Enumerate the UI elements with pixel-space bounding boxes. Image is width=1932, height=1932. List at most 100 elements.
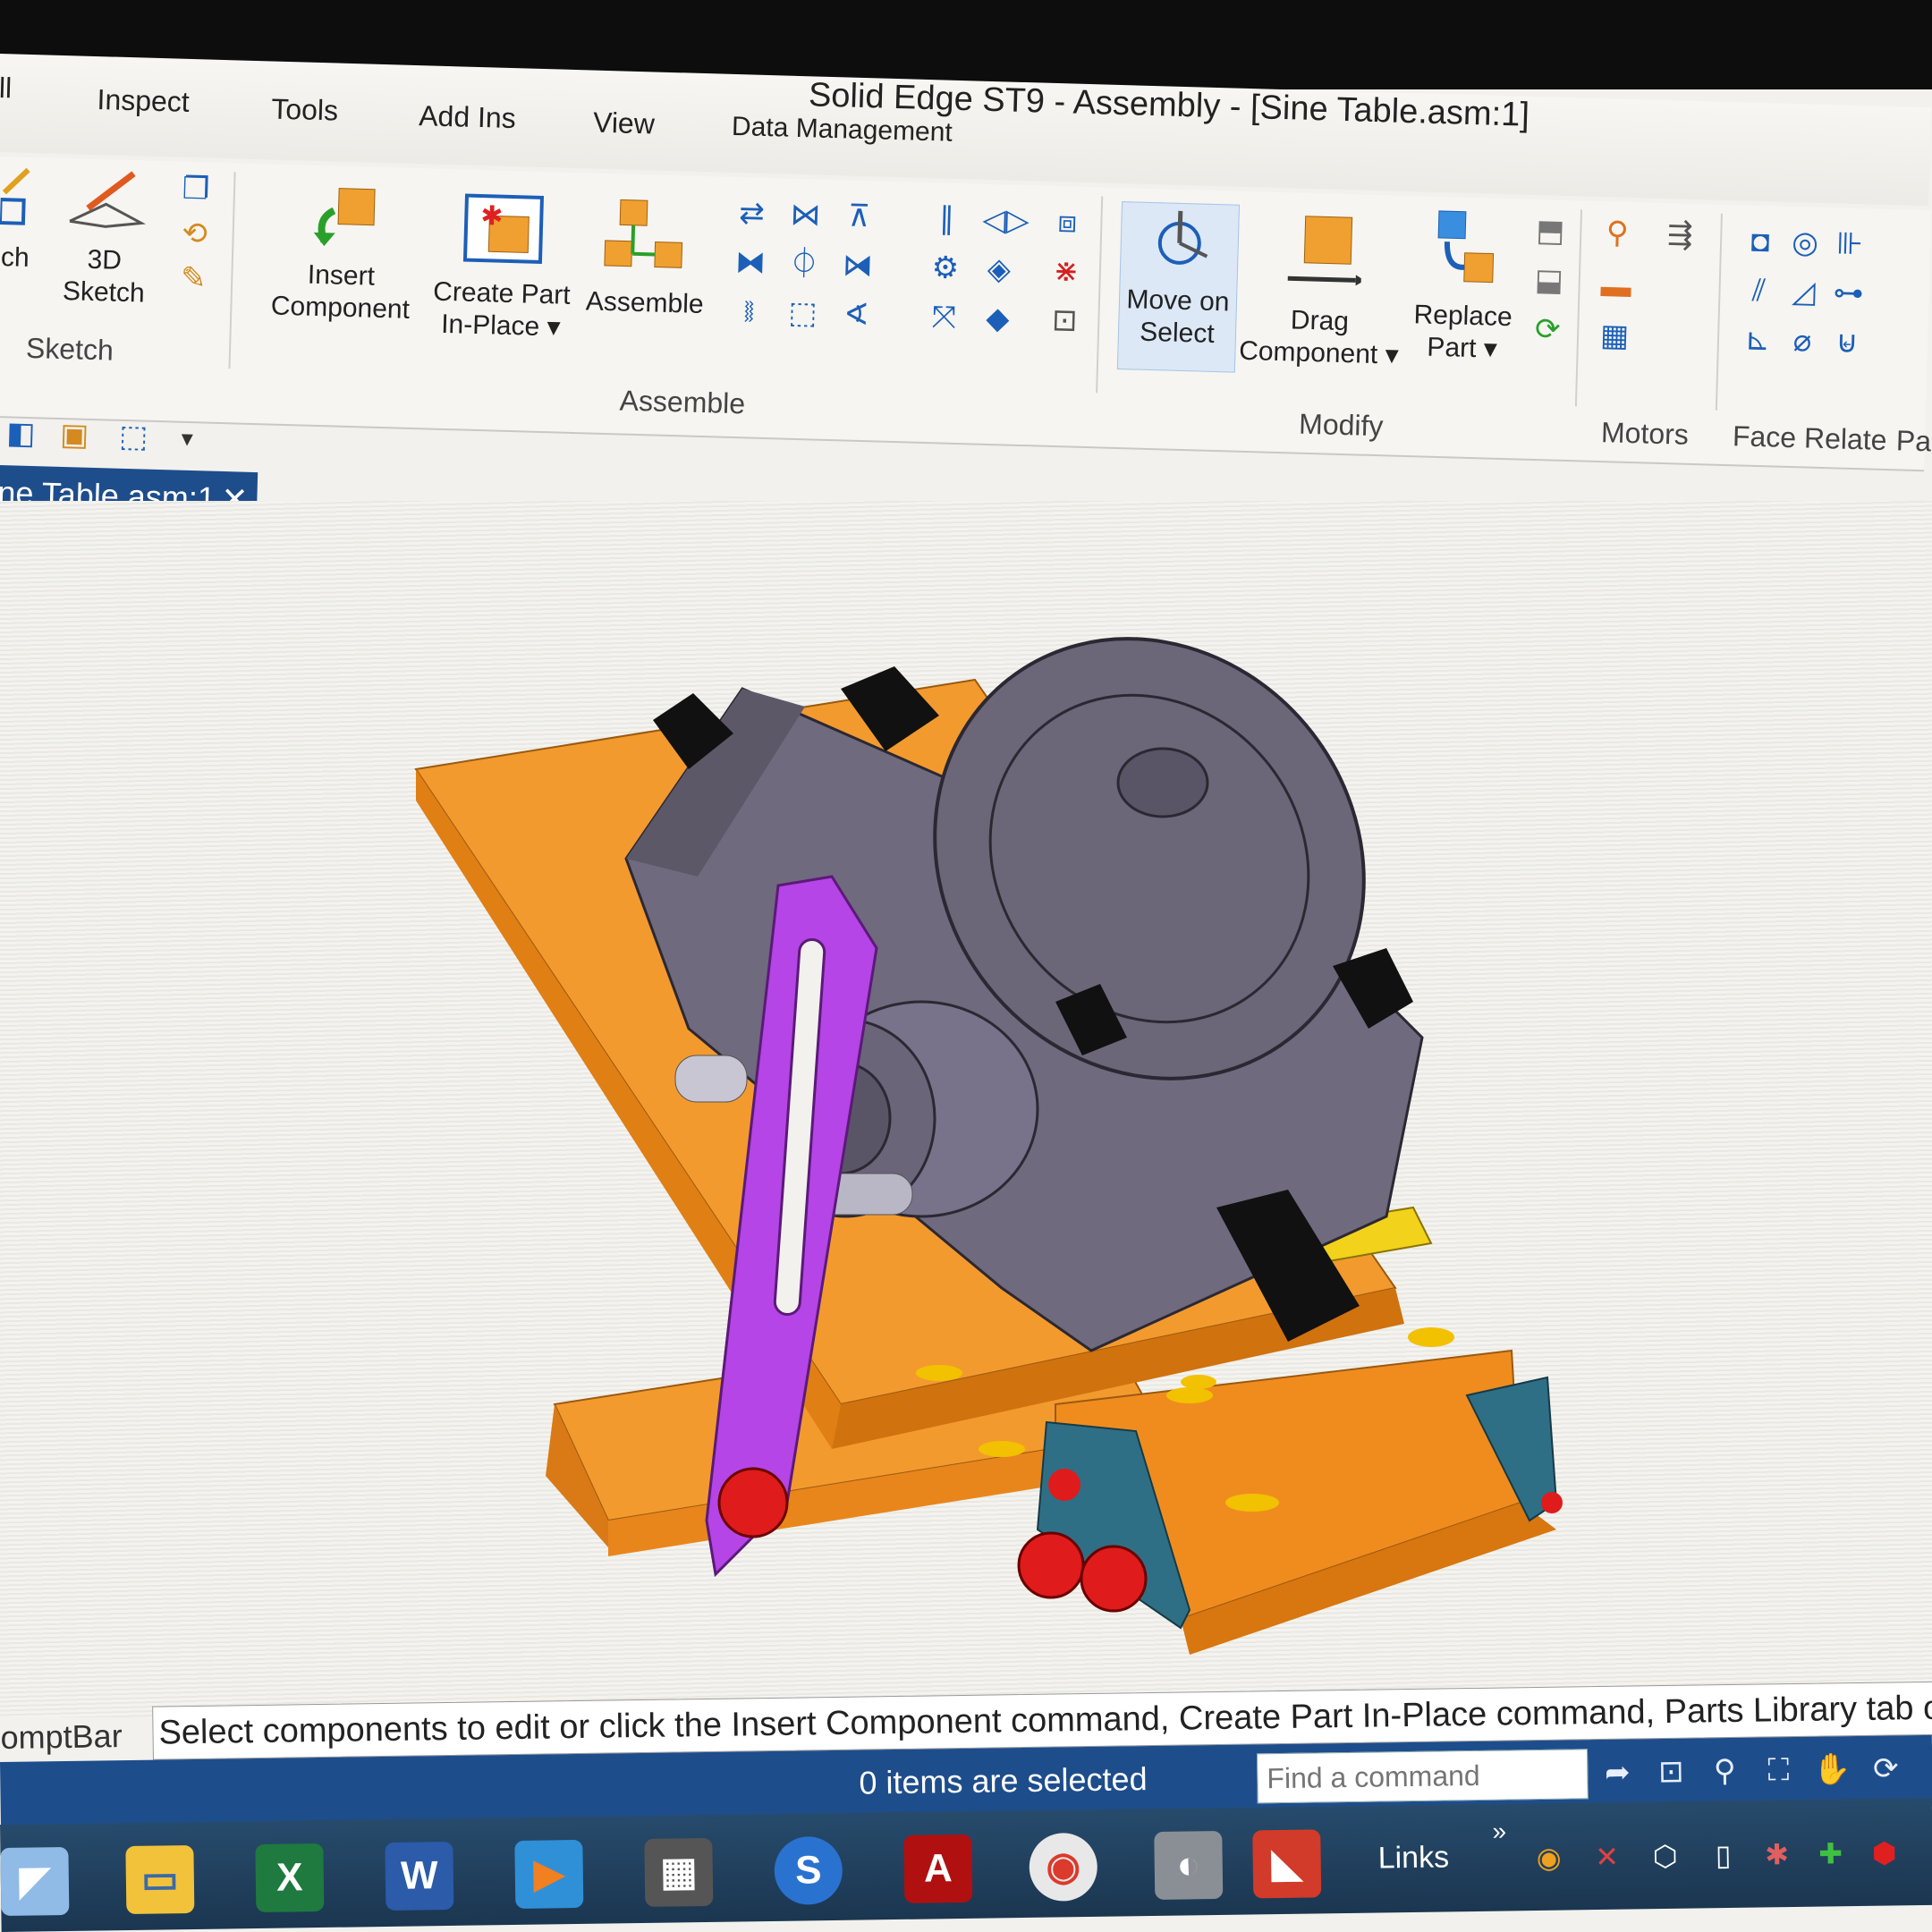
- fit-view-icon[interactable]: ⊡: [1650, 1751, 1692, 1793]
- replace-with-copy-icon[interactable]: ⬒: [1532, 213, 1569, 250]
- assemble-icon: [604, 199, 683, 268]
- hole: [1166, 1387, 1213, 1403]
- relationship-icon-3[interactable]: ⊼: [841, 198, 877, 234]
- word-icon[interactable]: W: [385, 1841, 454, 1911]
- mouse-utility-icon[interactable]: ◐: [1154, 1830, 1224, 1900]
- rigid-face-icon[interactable]: ⌀: [1784, 323, 1820, 360]
- perpendicular-icon[interactable]: ⊾: [1739, 321, 1775, 358]
- menu-tab-partial[interactable]: ll: [0, 72, 13, 105]
- 3d-sketch-icon: [69, 171, 147, 228]
- zoom-icon[interactable]: ⚲: [1704, 1750, 1746, 1792]
- svg-text:✱: ✱: [480, 201, 504, 232]
- assemble-button[interactable]: Assemble: [581, 195, 710, 321]
- links-chevron-icon[interactable]: »: [1480, 1812, 1519, 1851]
- angle-icon[interactable]: ∢: [838, 296, 875, 333]
- linear-motor-icon[interactable]: ▬: [1597, 268, 1634, 305]
- tray-tool-icon[interactable]: ✱: [1758, 1835, 1796, 1874]
- parallel-face-icon[interactable]: ⫽: [1741, 272, 1777, 309]
- assemble-label: Assemble: [585, 286, 705, 320]
- create-part-in-place-button[interactable]: ✱ Create Part In-Place ▾: [424, 191, 580, 344]
- menu-tab-add-ins[interactable]: Add Ins: [419, 99, 516, 135]
- drag-component-label-1: Drag: [1290, 305, 1350, 337]
- replace-part-icon: [1437, 210, 1495, 284]
- volume-muted-icon[interactable]: ✕: [1588, 1838, 1626, 1877]
- media-player-icon[interactable]: ▶: [514, 1839, 584, 1909]
- network-icon[interactable]: ⬡: [1646, 1837, 1684, 1876]
- convert-icon[interactable]: ⟲: [176, 216, 213, 252]
- insert-relate-icon[interactable]: ⧚: [731, 293, 767, 330]
- move-on-select-label-2: Select: [1139, 317, 1216, 349]
- transfer-icon[interactable]: ⟳: [1530, 311, 1566, 348]
- tangent-face-icon[interactable]: ◿: [1785, 274, 1822, 310]
- wireframe-icon[interactable]: ⬚: [115, 419, 152, 455]
- connect-icon[interactable]: ⬚: [784, 295, 821, 332]
- replace-part-button[interactable]: Replace Part ▾: [1403, 205, 1524, 367]
- sketch-button-partial[interactable]: ch: [0, 165, 36, 275]
- usb-icon[interactable]: ▯: [1704, 1836, 1742, 1875]
- zoom-area-icon[interactable]: ⛶: [1758, 1750, 1800, 1792]
- motors-group-label: Motors: [1600, 416, 1690, 451]
- chrome-icon[interactable]: ◉: [1029, 1832, 1098, 1902]
- edit-icon[interactable]: ✎: [175, 260, 212, 297]
- move-on-select-button[interactable]: Move on Select: [1116, 201, 1241, 373]
- red-bolt: [717, 1467, 789, 1538]
- gear-icon[interactable]: ⚙: [927, 250, 963, 286]
- menu-tab-inspect[interactable]: Inspect: [97, 83, 190, 119]
- replace-part-label-2: Part ▾: [1426, 332, 1498, 364]
- relationship-icon-1[interactable]: ⇄: [733, 195, 770, 232]
- ground-face-icon[interactable]: ⊌: [1828, 324, 1865, 360]
- calculator-icon[interactable]: ▦: [644, 1837, 714, 1907]
- tray-status-icon[interactable]: ✚: [1811, 1835, 1850, 1873]
- pencil-icon: [0, 167, 30, 225]
- replace-with-standard-icon[interactable]: ⬓: [1530, 262, 1567, 299]
- concentric-icon[interactable]: ◎: [1787, 225, 1824, 261]
- planar-align-icon[interactable]: ⧒: [839, 247, 876, 284]
- rotate-icon[interactable]: ⟳: [1865, 1748, 1907, 1790]
- motor-table-icon[interactable]: ▦: [1597, 318, 1633, 354]
- cube-icon[interactable]: ◧: [3, 415, 39, 452]
- excel-icon[interactable]: X: [255, 1843, 325, 1913]
- insert-component-button[interactable]: Insert Component: [259, 182, 424, 326]
- menu-tab-view[interactable]: View: [593, 106, 656, 141]
- tray-app-icon[interactable]: ◉: [1530, 1839, 1568, 1877]
- center-plane-icon[interactable]: ◆: [979, 301, 1016, 337]
- solid-edge-icon[interactable]: ◣: [1252, 1829, 1322, 1899]
- graphics-viewport[interactable]: [0, 501, 1932, 1717]
- shaded-view-icon[interactable]: ▣: [56, 417, 93, 453]
- arrow-icon[interactable]: ➦: [1597, 1751, 1639, 1793]
- copy-icon[interactable]: ❐: [178, 171, 215, 208]
- symmetric-icon[interactable]: ⊪: [1832, 225, 1868, 262]
- offset-face-icon[interactable]: ⊶: [1830, 275, 1867, 311]
- find-command-input[interactable]: [1257, 1749, 1589, 1804]
- sync-icon[interactable]: S: [774, 1835, 843, 1905]
- chevron-down-icon[interactable]: ▾: [169, 419, 206, 456]
- cam-icon[interactable]: ◈: [980, 251, 1017, 288]
- tangent-icon[interactable]: ◁▷: [982, 202, 1030, 239]
- simulate-motor-icon[interactable]: ⇶: [1662, 216, 1699, 253]
- move-on-select-icon: [1157, 210, 1208, 265]
- rigid-set-icon[interactable]: ⧈: [1049, 204, 1086, 241]
- parallel-icon[interactable]: ∥: [928, 200, 965, 237]
- 3d-sketch-button[interactable]: 3D Sketch: [49, 167, 160, 310]
- match-coordinate-icon[interactable]: ⊡: [1046, 302, 1083, 339]
- motor-icon[interactable]: ⚲: [1599, 215, 1636, 251]
- create-part-icon: ✱: [462, 193, 545, 264]
- axial-align-icon[interactable]: ⏀: [785, 246, 822, 283]
- relationship-icon-2[interactable]: ⋈: [787, 197, 824, 233]
- path-icon[interactable]: ⤧: [926, 299, 962, 335]
- ground-icon[interactable]: ⋇: [1047, 253, 1084, 290]
- coplanar-icon[interactable]: ◘: [1742, 223, 1779, 259]
- start-icon[interactable]: ◤: [0, 1846, 70, 1916]
- tray-alert-icon[interactable]: ⬢: [1865, 1834, 1903, 1872]
- drag-component-button[interactable]: Drag Component ▾: [1238, 209, 1403, 372]
- face-relate-group-label: Face Relate: [1732, 419, 1888, 457]
- acrobat-icon[interactable]: A: [903, 1834, 973, 1903]
- pan-icon[interactable]: ✋: [1811, 1749, 1853, 1791]
- file-explorer-icon[interactable]: ▭: [125, 1844, 195, 1915]
- sine-table-assembly-model[interactable]: [0, 501, 1932, 1717]
- menu-tab-tools[interactable]: Tools: [271, 93, 339, 128]
- partial-group-label: Pa: [1895, 424, 1932, 458]
- mate-icon[interactable]: ⧓: [732, 244, 768, 281]
- links-toolbar-label[interactable]: Links: [1377, 1840, 1449, 1876]
- drag-component-label-2: Component ▾: [1238, 335, 1400, 370]
